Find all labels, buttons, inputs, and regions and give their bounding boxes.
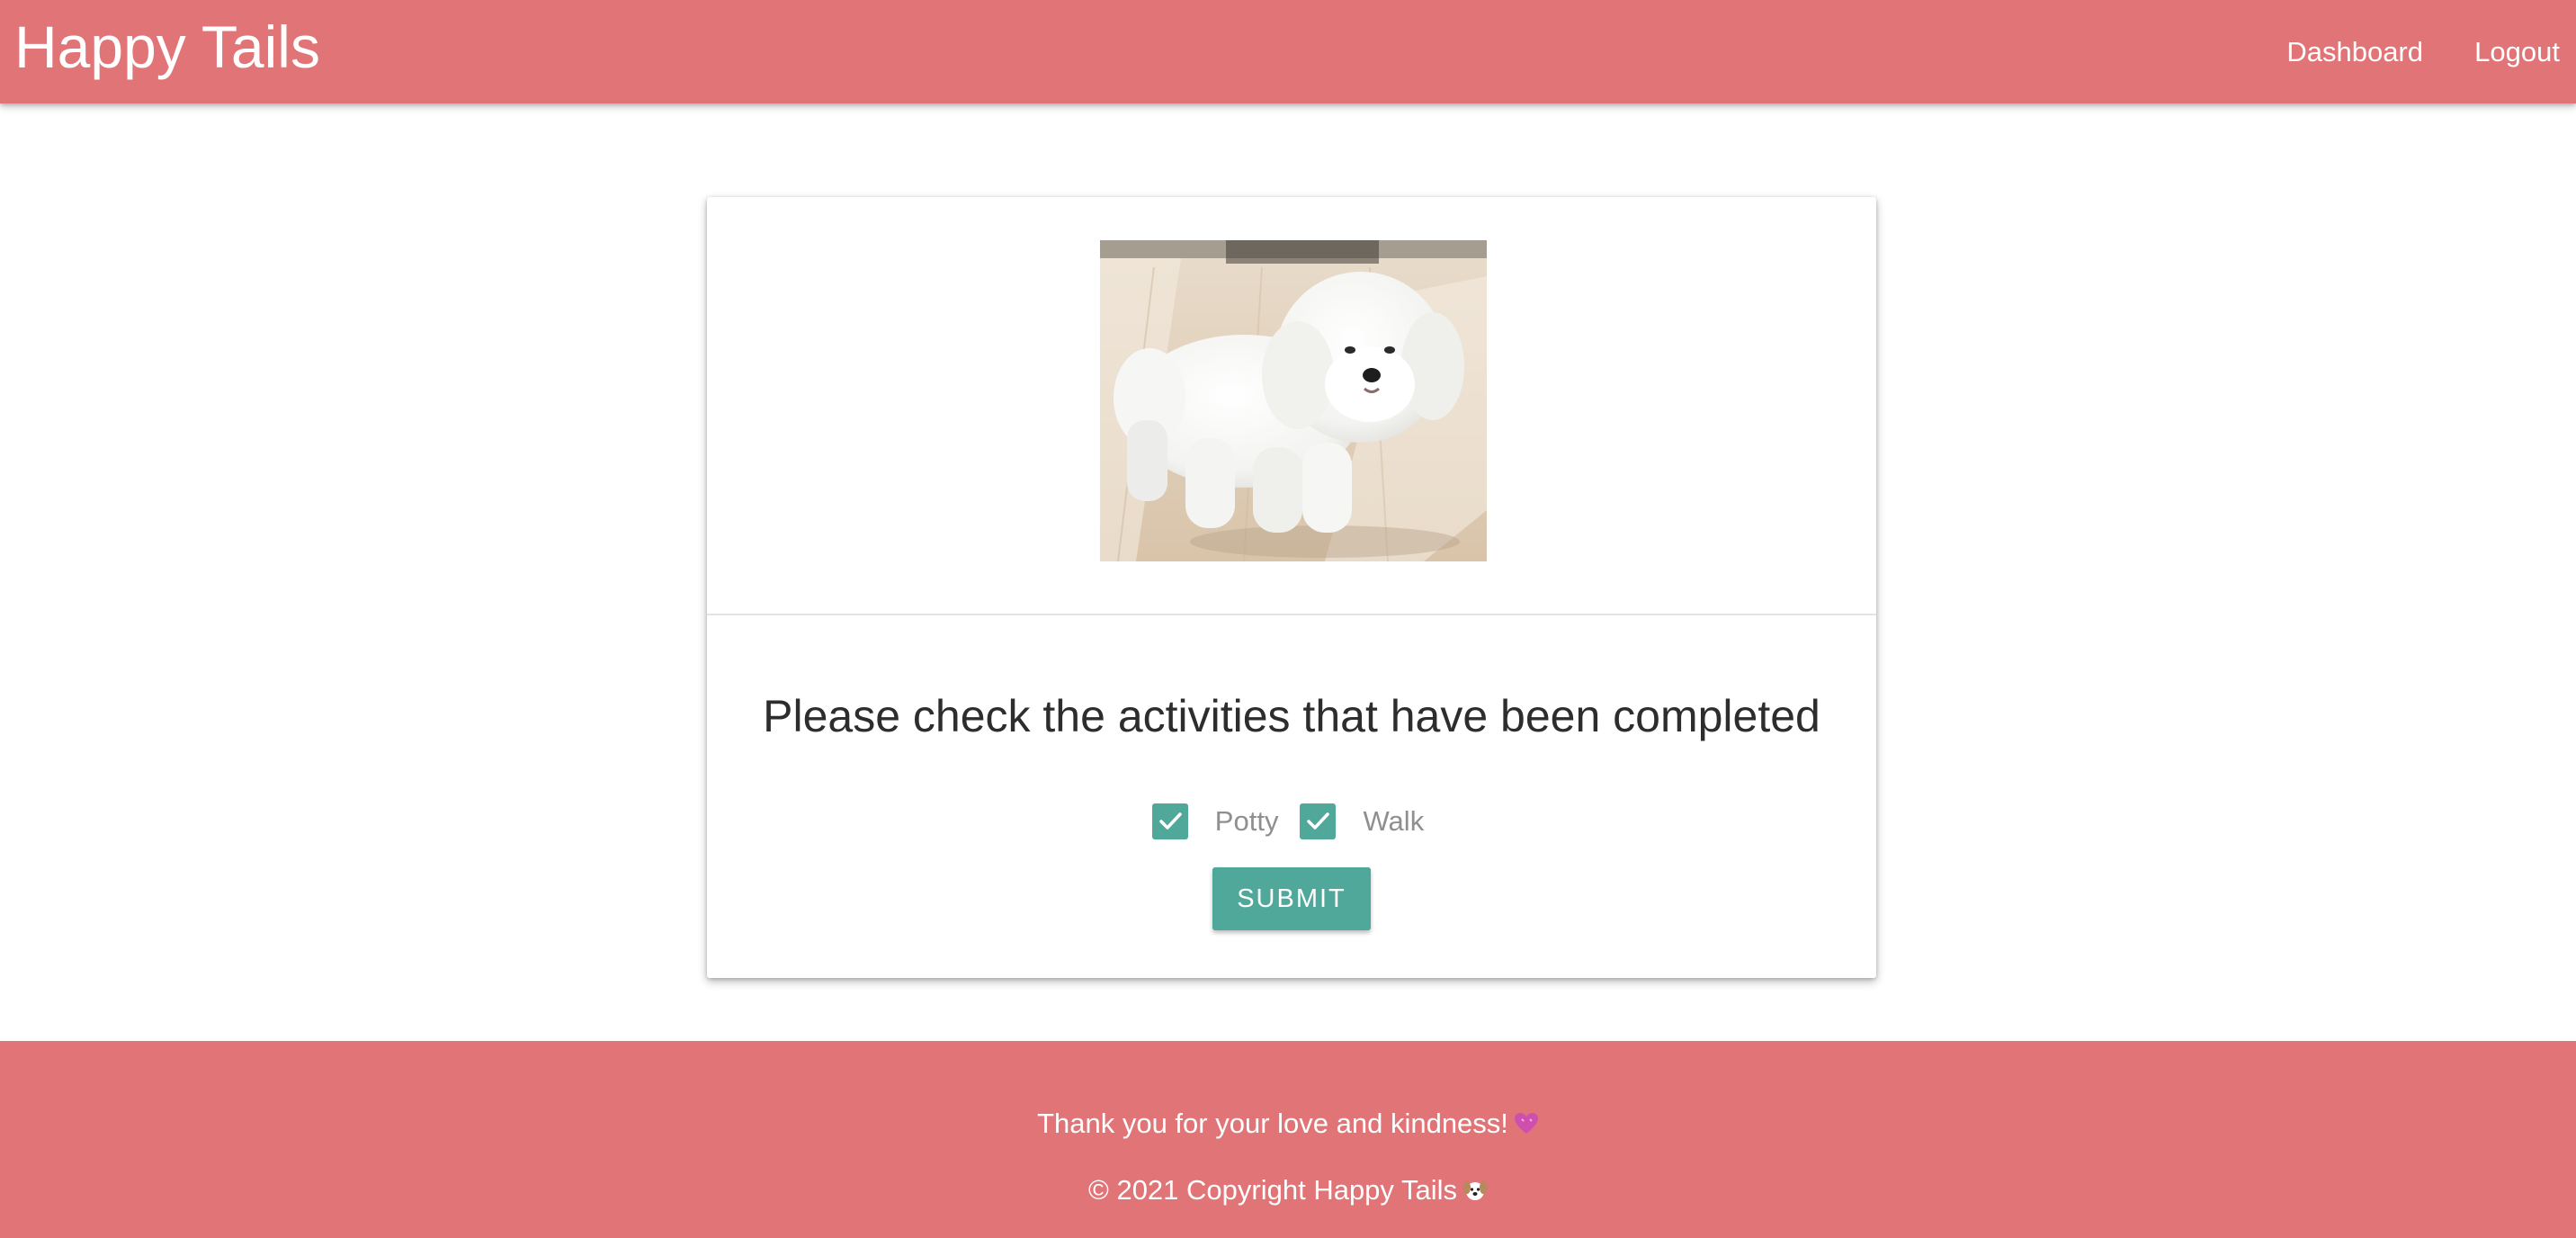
activity-card: Please check the activities that have be…	[707, 197, 1876, 978]
card-title: Please check the activities that have be…	[763, 691, 1820, 741]
footer-copyright-text: © 2021 Copyright Happy Tails	[1088, 1174, 1457, 1206]
footer-copyright: © 2021 Copyright Happy Tails	[0, 1174, 2576, 1207]
heart-icon	[1514, 1108, 1539, 1140]
card-image-section	[707, 197, 1876, 615]
footer: Thank you for your love and kindness! © …	[0, 1041, 2576, 1238]
checkbox-potty-label: Potty	[1214, 805, 1279, 837]
dog-photo	[1100, 240, 1487, 561]
checkbox-potty-box[interactable]	[1151, 803, 1188, 839]
brand-logo-link[interactable]: Happy Tails	[14, 11, 320, 83]
dog-face-icon	[1462, 1174, 1488, 1207]
activity-checkboxes: Potty Walk	[707, 803, 1876, 839]
dog-illustration	[1100, 240, 1487, 561]
checkmark-icon	[1307, 812, 1330, 830]
top-navbar: Happy Tails Dashboard Logout	[0, 0, 2576, 103]
nav-logout-link[interactable]: Logout	[2474, 36, 2560, 68]
checkbox-walk-label: Walk	[1363, 805, 1425, 837]
nav-dashboard-link[interactable]: Dashboard	[2286, 36, 2423, 68]
footer-thanks: Thank you for your love and kindness!	[0, 1108, 2576, 1140]
checkbox-potty[interactable]: Potty	[1151, 803, 1286, 839]
submit-button[interactable]: SUBMIT	[1212, 867, 1371, 930]
footer-thanks-text: Thank you for your love and kindness!	[1037, 1108, 1508, 1139]
checkmark-icon	[1159, 812, 1182, 830]
checkbox-walk[interactable]: Walk	[1300, 803, 1431, 839]
checkbox-walk-box[interactable]	[1300, 803, 1337, 839]
nav-links: Dashboard Logout	[2286, 0, 2576, 103]
